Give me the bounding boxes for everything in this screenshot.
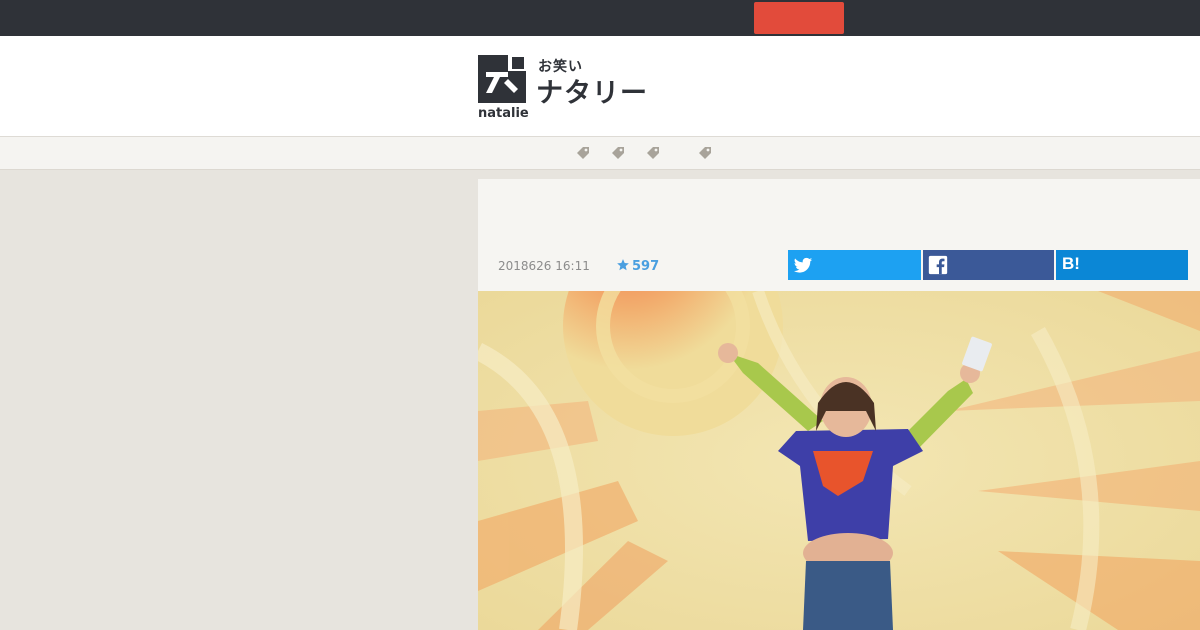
category-nav bbox=[0, 137, 1200, 170]
hatena-bookmark-button[interactable]: B! bbox=[1056, 250, 1188, 280]
tag-icon[interactable] bbox=[646, 146, 660, 160]
comedian-stage-photo bbox=[478, 291, 1200, 630]
tag-icon[interactable] bbox=[611, 146, 625, 160]
facebook-share-button[interactable] bbox=[923, 250, 1054, 280]
twitter-share-button[interactable] bbox=[788, 250, 921, 280]
logo-wordmark: natalie bbox=[478, 106, 529, 121]
hatena-label: B! bbox=[1062, 254, 1080, 273]
article-photo[interactable] bbox=[478, 291, 1200, 630]
top-bar-red-button[interactable] bbox=[754, 2, 844, 34]
natalie-logo-mark-icon bbox=[478, 55, 526, 103]
site-logo[interactable]: お笑い ナタリー natalie bbox=[478, 55, 648, 125]
star-icon bbox=[617, 259, 629, 271]
twitter-icon bbox=[793, 257, 813, 273]
tag-icon[interactable] bbox=[698, 146, 712, 160]
facebook-icon bbox=[928, 255, 948, 275]
article-date: 2018626 16:11 bbox=[498, 259, 590, 273]
tag-icon[interactable] bbox=[576, 146, 590, 160]
logo-title-text: ナタリー bbox=[536, 78, 648, 109]
favorite-count: 597 bbox=[632, 259, 660, 274]
top-bar bbox=[0, 0, 1200, 36]
